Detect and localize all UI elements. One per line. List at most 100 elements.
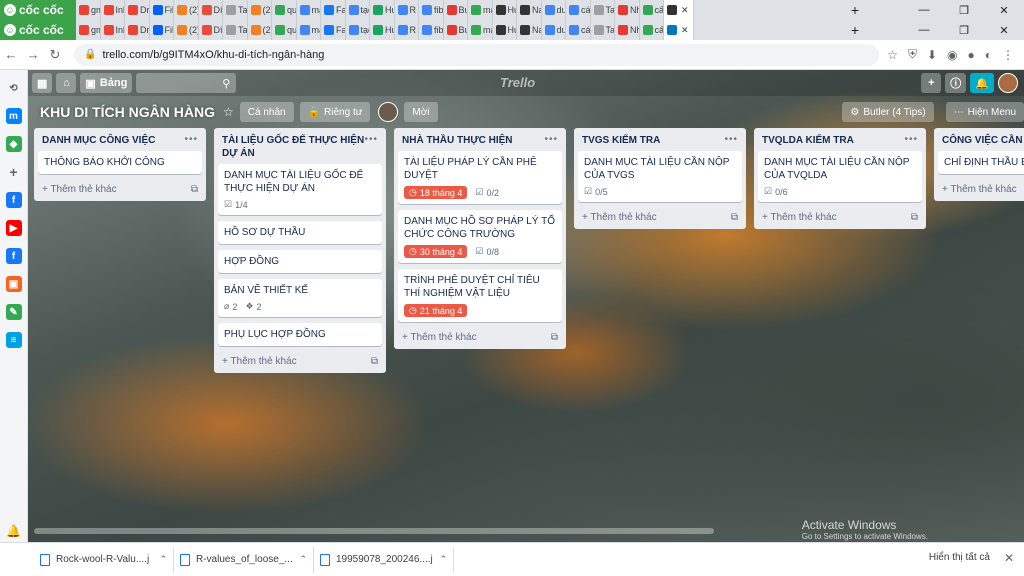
browser-tab[interactable]: tạo: [346, 20, 370, 40]
browser-tab[interactable]: má: [297, 0, 321, 20]
browser-tab[interactable]: Tab m: [591, 0, 615, 20]
shopping-icon[interactable]: ▣: [5, 276, 22, 292]
browser-tab[interactable]: (2): [248, 20, 272, 40]
browser-tab[interactable]: Tab m: [223, 20, 248, 40]
news-icon[interactable]: ≡: [5, 332, 22, 348]
browser-tab[interactable]: Hư: [493, 20, 517, 40]
download-item[interactable]: Rock-wool-R-Valu....j ⌃: [34, 546, 174, 573]
card-template-icon[interactable]: ⧉: [191, 184, 198, 195]
download-icon[interactable]: ⬇: [927, 48, 937, 62]
browser-tab[interactable]: Bui: [444, 0, 468, 20]
card-template-icon[interactable]: ⧉: [731, 212, 738, 223]
browser-tab[interactable]: Bui: [444, 20, 468, 40]
browser-tab[interactable]: File: [150, 20, 174, 40]
list-title[interactable]: TÀI LIỆU GỐC ĐỂ THỰC HIỆN DỰ ÁN: [222, 134, 364, 160]
menu-icon[interactable]: ⋮: [1002, 48, 1014, 62]
browser-tab[interactable]: File: [150, 0, 174, 20]
board-title[interactable]: KHU DI TÍCH NGÂN HÀNG: [40, 104, 215, 120]
minimize-icon[interactable]: —: [904, 24, 944, 36]
facebook-icon[interactable]: f: [5, 192, 22, 208]
browser-tab[interactable]: ✕: [664, 0, 694, 20]
list-card[interactable]: DANH MỤC TÀI LIỆU CẦN NỘP CỦA TVGS ☑ 0/5: [578, 151, 742, 202]
chevron-up-icon[interactable]: ⌃: [439, 554, 447, 565]
close-icon[interactable]: ✕: [1004, 551, 1014, 565]
browser-tab[interactable]: Dr: [125, 0, 150, 20]
avatar[interactable]: [998, 73, 1018, 93]
history-icon[interactable]: ⟲: [6, 80, 22, 96]
browser-tab[interactable]: Nh: [615, 0, 640, 20]
download-item[interactable]: R-values_of_loose_....j ⌃: [174, 546, 314, 573]
bookmark-star-icon[interactable]: ☆: [887, 48, 898, 62]
member-avatar[interactable]: [378, 102, 399, 122]
browser-tab[interactable]: má: [297, 20, 321, 40]
list-card[interactable]: DANH MỤC TÀI LIỆU CẦN NỘP CỦA TVQLDA ☑ 0/6: [758, 151, 922, 202]
browser-tab[interactable]: dư: [542, 0, 566, 20]
list-menu-icon[interactable]: •••: [904, 134, 918, 145]
chevron-up-icon[interactable]: ⌃: [159, 554, 167, 565]
close-window-icon[interactable]: ✕: [984, 4, 1024, 17]
list-card[interactable]: DANH MỤC TÀI LIỆU GỐC ĐỂ THỰC HIỆN DỰ ÁN…: [218, 164, 382, 215]
show-menu-button[interactable]: ⋯ Hiện Menu: [945, 102, 1024, 122]
browser-tab[interactable]: Fac: [321, 0, 346, 20]
account-icon[interactable]: ◐: [985, 48, 992, 62]
new-tab-icon[interactable]: +: [846, 22, 864, 38]
browser-tab[interactable]: qu: [272, 0, 297, 20]
browser-tab[interactable]: Tab m: [223, 0, 248, 20]
home-icon[interactable]: ⌂: [56, 73, 77, 93]
list-card[interactable]: DANH MỤC HỒ SƠ PHÁP LÝ TỔ CHỨC CÔNG TRƯỜ…: [398, 210, 562, 263]
list-menu-icon[interactable]: •••: [724, 134, 738, 145]
butler-button[interactable]: ⚙ Butler (4 Tips): [842, 102, 934, 122]
board-scrollbar[interactable]: [34, 528, 714, 534]
browser-tab[interactable]: Na: [517, 20, 542, 40]
apps-icon[interactable]: ▦: [32, 73, 53, 93]
browser-tab[interactable]: gm: [76, 20, 101, 40]
browser-tab[interactable]: R V: [395, 20, 419, 40]
list-menu-icon[interactable]: •••: [544, 134, 558, 145]
add-card-button[interactable]: + Thêm thẻ khác ⧉: [398, 328, 562, 345]
chevron-up-icon[interactable]: ⌃: [299, 554, 307, 565]
list-card[interactable]: CHỈ ĐỊNH THẦU BẢO: [938, 151, 1024, 174]
youtube-icon[interactable]: ▶: [5, 220, 22, 236]
extension-icon[interactable]: ◉: [947, 48, 957, 62]
browser-tab[interactable]: cấu: [640, 0, 664, 20]
show-all-downloads-link[interactable]: Hiển thị tất cả: [929, 552, 990, 563]
reload-icon[interactable]: ↻: [44, 47, 66, 63]
list-card[interactable]: BẢN VẼ THIẾT KẾ ⌀ 2 ❖ 2: [218, 279, 382, 317]
add-icon[interactable]: +: [6, 164, 22, 180]
minimize-icon[interactable]: —: [904, 4, 944, 16]
browser-tab[interactable]: các: [566, 20, 591, 40]
browser-tab[interactable]: (2): [248, 0, 272, 20]
messenger-icon[interactable]: m: [5, 108, 22, 124]
leaf-icon[interactable]: ✎: [5, 304, 22, 320]
search-input[interactable]: ⚲: [136, 73, 237, 93]
list-card[interactable]: TÀI LIỆU PHÁP LÝ CẦN PHÊ DUYỆT ◷ 18 tháng …: [398, 151, 562, 204]
list-title[interactable]: TVQLDA KIỂM TRA: [762, 134, 854, 147]
browser-tab[interactable]: Dír: [199, 20, 223, 40]
list-card[interactable]: PHỤ LỤC HỢP ĐỒNG: [218, 323, 382, 346]
card-template-icon[interactable]: ⧉: [911, 212, 918, 223]
browser-tab[interactable]: ✕: [664, 20, 694, 40]
list-card[interactable]: THÔNG BÁO KHỞI CÔNG: [38, 151, 202, 174]
card-template-icon[interactable]: ⧉: [551, 332, 558, 343]
tab-close-icon[interactable]: ✕: [681, 5, 689, 16]
browser-tab[interactable]: Hư: [370, 0, 395, 20]
add-card-button[interactable]: + Thêm thẻ khác ⧉: [218, 352, 382, 369]
browser-tab[interactable]: (2): [174, 0, 199, 20]
invite-button[interactable]: Mời: [404, 102, 438, 122]
browser-tab[interactable]: Hư: [370, 20, 395, 40]
add-card-button[interactable]: + Thêm thẻ khác ⧉: [578, 208, 742, 225]
boards-button[interactable]: ▣ Bảng: [80, 73, 133, 93]
list-title[interactable]: CÔNG VIỆC CẦN PHÊ: [942, 134, 1024, 147]
tab-close-icon[interactable]: ✕: [681, 25, 689, 36]
coccoc-brand[interactable]: ☺ cốc cốc: [0, 0, 76, 20]
browser-tab[interactable]: dư: [542, 20, 566, 40]
notification-icon[interactable]: 🔔: [970, 73, 994, 93]
forward-icon[interactable]: →: [22, 47, 44, 62]
browser-tab[interactable]: má: [468, 20, 493, 40]
new-tab-icon[interactable]: +: [846, 2, 864, 18]
browser-tab[interactable]: fib: [419, 0, 444, 20]
browser-tab[interactable]: Inb: [101, 0, 125, 20]
browser-tab[interactable]: Hư: [493, 0, 517, 20]
browser-tab[interactable]: Nh: [615, 20, 640, 40]
shield-icon[interactable]: ⛨: [908, 47, 917, 62]
